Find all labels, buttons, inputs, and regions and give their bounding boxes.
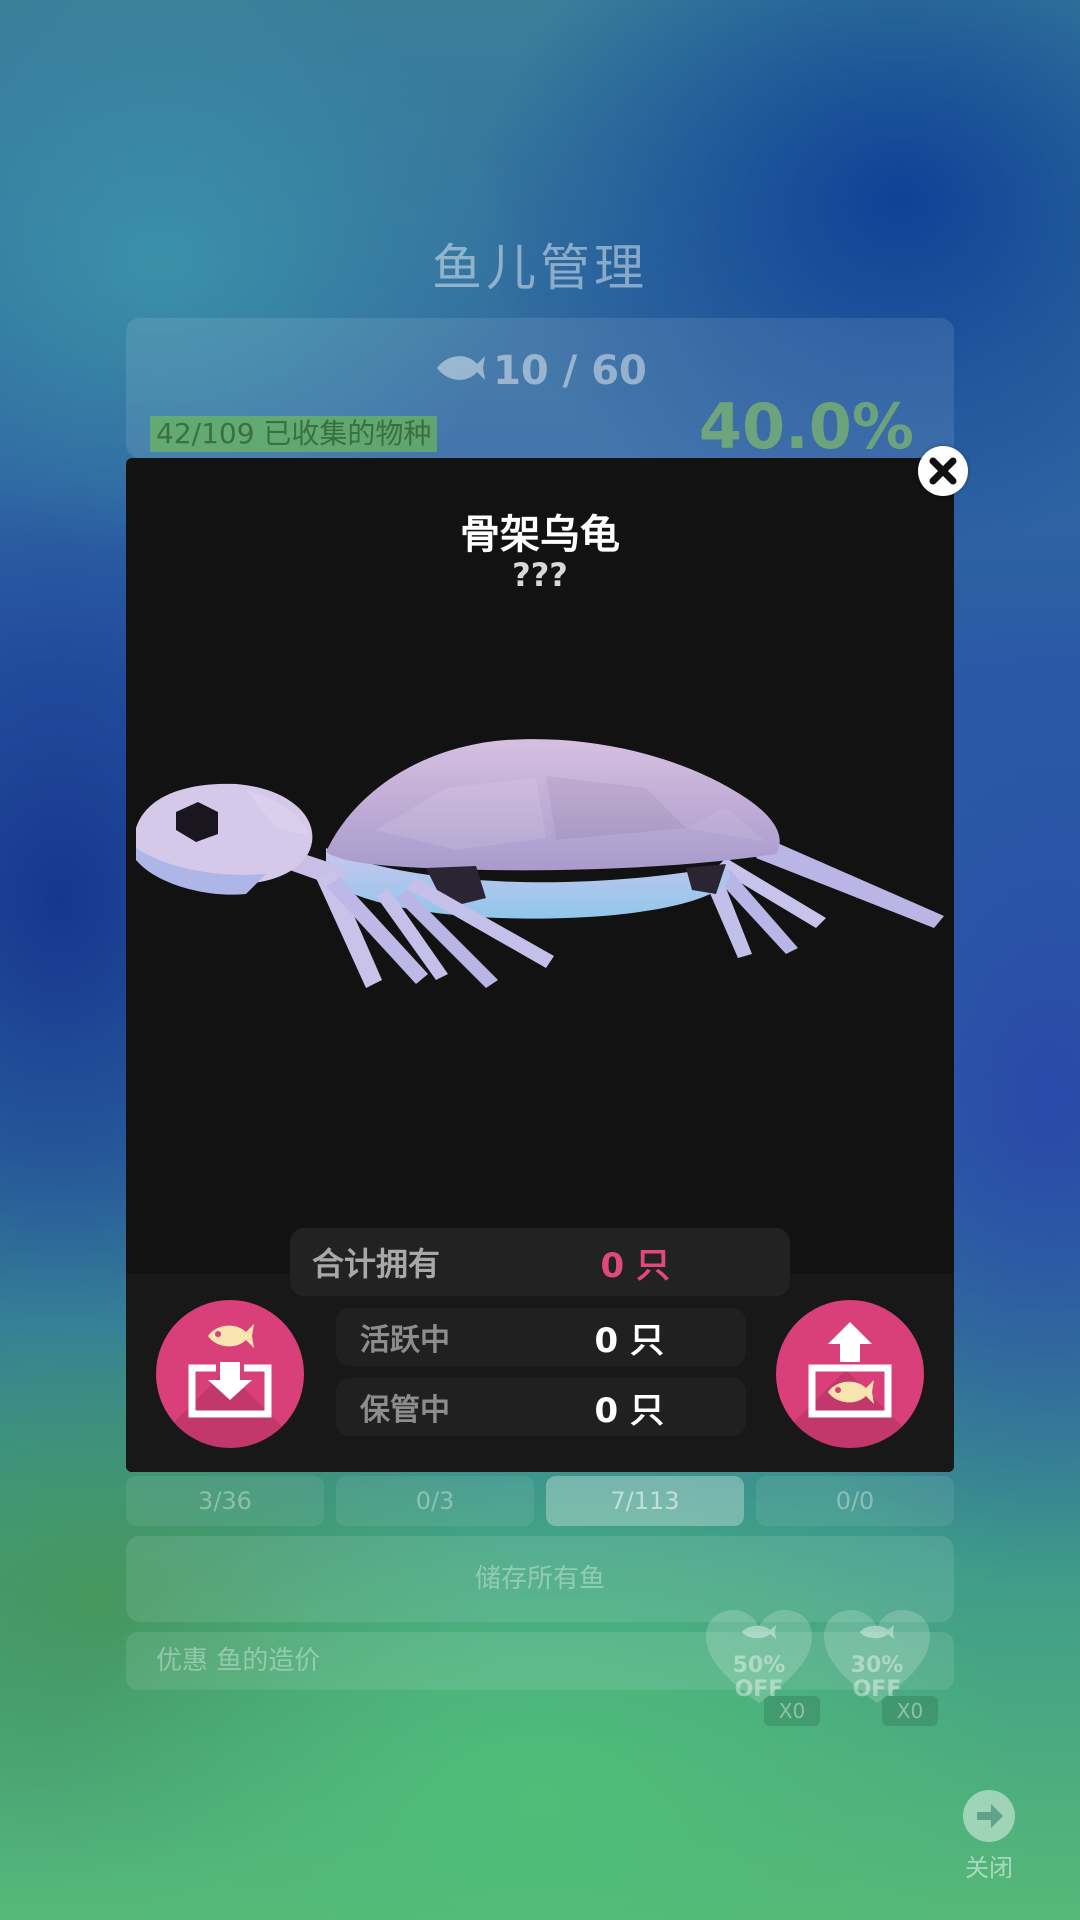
store-fish-button[interactable] (156, 1300, 304, 1448)
collection-progress: 42/109 已收集的物种 (150, 416, 438, 452)
tab-category-4[interactable]: 0/0 (756, 1476, 954, 1526)
arrow-right-circle-icon (963, 1790, 1015, 1842)
total-owned-value: 0 只 (600, 1245, 671, 1286)
category-tabs: 3/36 0/3 7/113 0/0 (126, 1476, 954, 1526)
tab-category-1[interactable]: 3/36 (126, 1476, 324, 1526)
total-owned-label: 合计拥有 (312, 1245, 441, 1283)
tab-category-2[interactable]: 0/3 (336, 1476, 534, 1526)
coupon-30-off[interactable]: 30% OFF X0 (822, 1608, 938, 1726)
release-fish-button[interactable] (776, 1300, 924, 1448)
fish-icon (433, 350, 487, 396)
collection-percent: 40.0% (698, 390, 914, 463)
active-row: 活跃中 0 只 (336, 1308, 746, 1366)
coupon-percent: 50% (732, 1653, 786, 1678)
coupon-count: X0 (882, 1696, 938, 1726)
fish-detail-modal: 骨架乌龟 ??? 合计拥有 0 只 活跃中 0 只 保管中 0 只 (126, 458, 954, 1472)
fish-out-of-box-icon (808, 1322, 892, 1418)
close-page-label: 关闭 (965, 1854, 1013, 1882)
coupon-count: X0 (764, 1696, 820, 1726)
active-label: 活跃中 (360, 1323, 450, 1358)
coupon-50-off[interactable]: 50% OFF X0 (704, 1608, 820, 1726)
fish-into-box-icon (188, 1324, 272, 1418)
close-page-button[interactable]: 关闭 (944, 1790, 1034, 1883)
stored-value: 0 只 (594, 1390, 665, 1431)
tab-category-3[interactable]: 7/113 (546, 1476, 744, 1526)
close-modal-button[interactable] (918, 446, 968, 496)
close-icon (929, 457, 957, 485)
skeleton-turtle-image (136, 739, 944, 988)
fish-count: 10 / 60 (0, 348, 1080, 396)
page-title: 鱼儿管理 (432, 239, 648, 297)
fish-name: 骨架乌龟 (460, 512, 620, 558)
stored-label: 保管中 (360, 1393, 450, 1428)
fish-count-text: 10 / 60 (493, 348, 647, 394)
active-value: 0 只 (594, 1320, 665, 1361)
fish-description: ??? (512, 556, 568, 594)
total-owned-row: 合计拥有 0 只 (290, 1228, 790, 1296)
stored-row: 保管中 0 只 (336, 1378, 746, 1436)
coupon-percent: 30% (850, 1653, 904, 1678)
